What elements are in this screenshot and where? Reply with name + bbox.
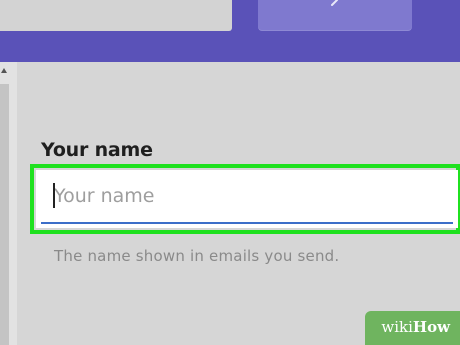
left-scrollbar[interactable] [0, 62, 17, 345]
header-field[interactable] [0, 0, 232, 31]
wikihow-logo: wikiHow [381, 318, 450, 336]
header-bar [0, 0, 460, 62]
wikihow-watermark: wikiHow [365, 311, 460, 345]
field-label-your-name: Your name [41, 139, 153, 161]
scrollbar-thumb[interactable] [0, 84, 9, 345]
name-input[interactable] [52, 181, 434, 211]
name-help-text: The name shown in emails you send. [54, 247, 340, 265]
text-caret [53, 183, 55, 208]
scroll-up-arrow-icon[interactable] [1, 68, 7, 73]
input-underline [41, 222, 453, 224]
header-button[interactable] [258, 0, 412, 31]
watermark-wiki: wiki [381, 318, 413, 336]
chevron-left-icon [331, 0, 338, 6]
watermark-how: How [412, 318, 450, 336]
